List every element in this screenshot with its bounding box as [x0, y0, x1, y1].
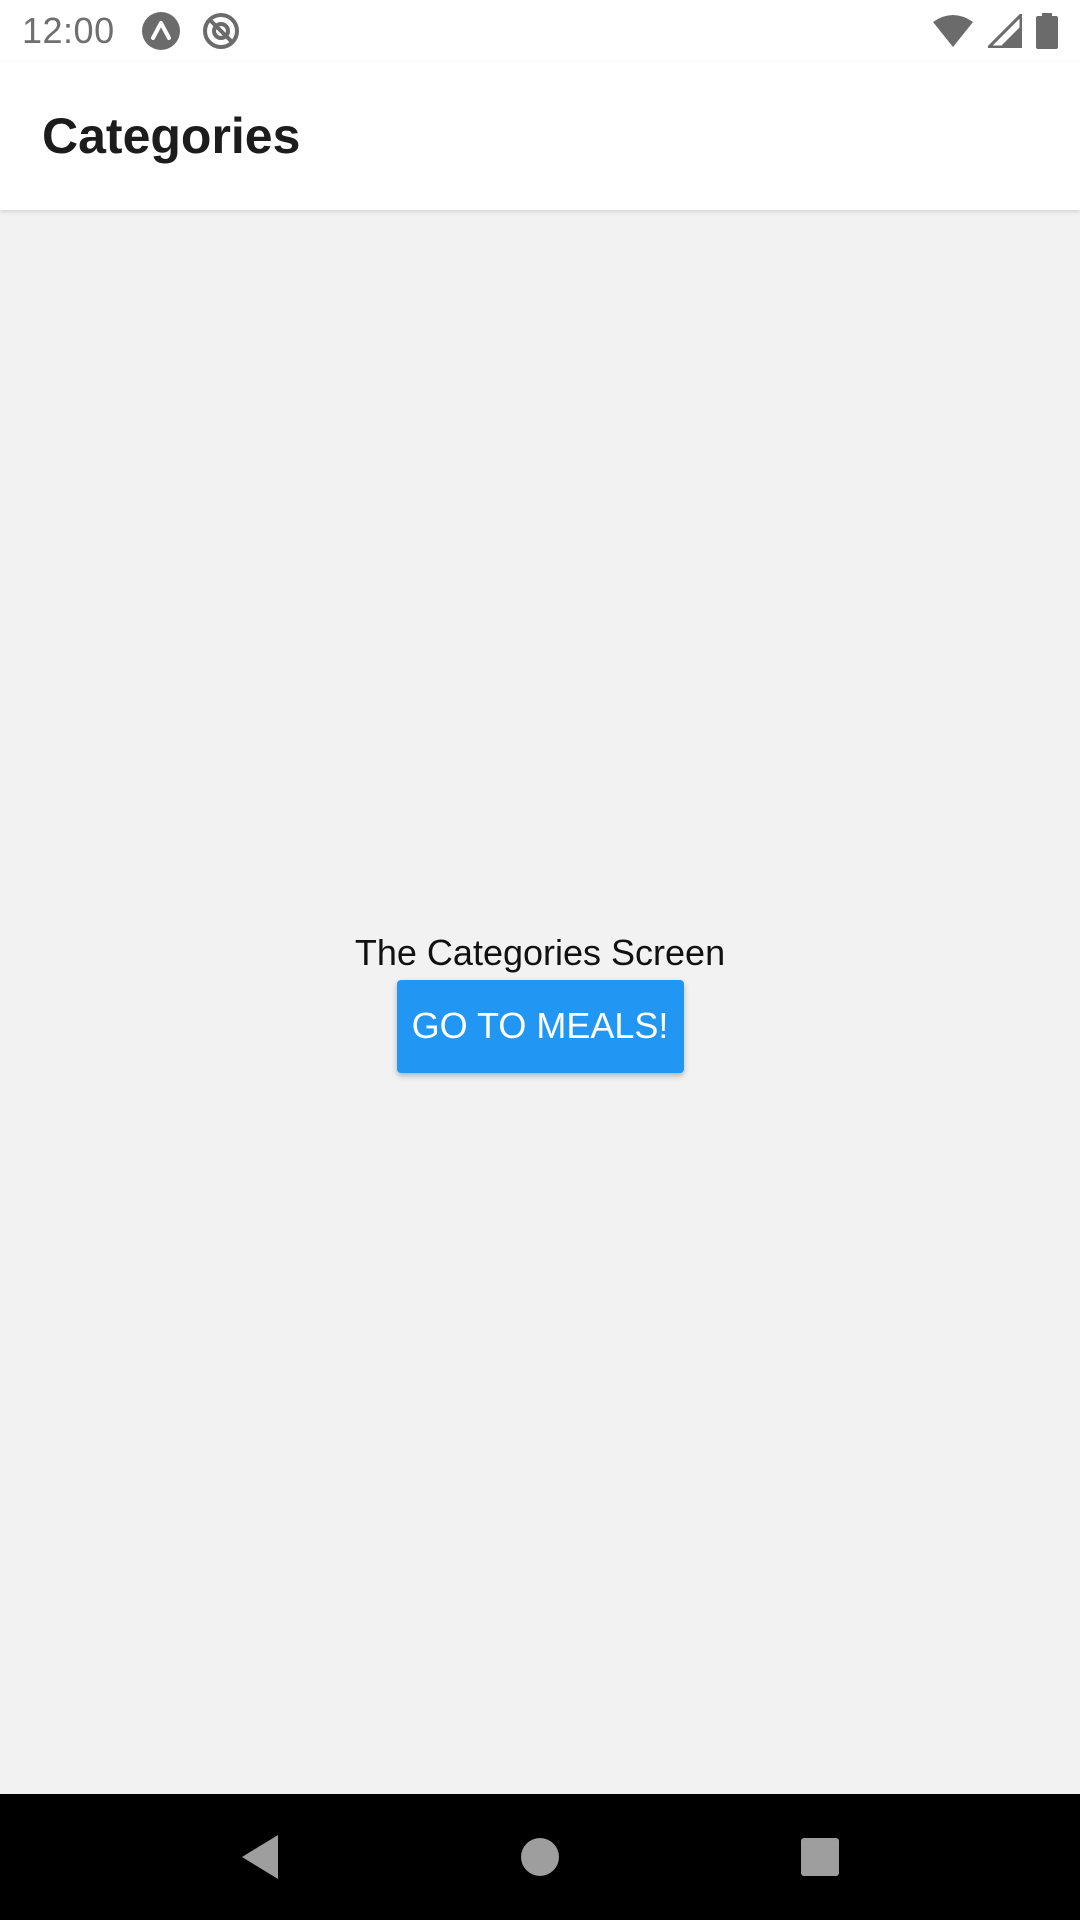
go-to-meals-button[interactable]: GO TO MEALS!	[396, 979, 684, 1073]
screen-text: The Categories Screen	[354, 931, 726, 973]
battery-icon	[1036, 13, 1058, 49]
nav-back-button[interactable]	[200, 1807, 320, 1907]
app-screen: 12:00 Categories The Categories Screen G…	[0, 0, 1080, 1920]
expo-icon	[141, 11, 181, 51]
recents-icon	[801, 1838, 839, 1876]
nav-recents-button[interactable]	[760, 1807, 880, 1907]
navigation-bar	[0, 1794, 1080, 1920]
signal-icon	[988, 14, 1022, 48]
main-content: The Categories Screen GO TO MEALS!	[0, 210, 1080, 1794]
nav-home-button[interactable]	[480, 1807, 600, 1907]
status-right-icons	[932, 13, 1058, 49]
no-sync-icon	[201, 11, 241, 51]
home-icon	[521, 1838, 559, 1876]
status-time: 12:00	[22, 10, 115, 51]
wifi-icon	[932, 14, 974, 48]
app-header: Categories	[0, 62, 1080, 210]
status-bar: 12:00	[0, 0, 1080, 62]
back-icon	[242, 1835, 278, 1879]
page-title: Categories	[42, 108, 301, 164]
status-left-icons	[141, 11, 241, 51]
